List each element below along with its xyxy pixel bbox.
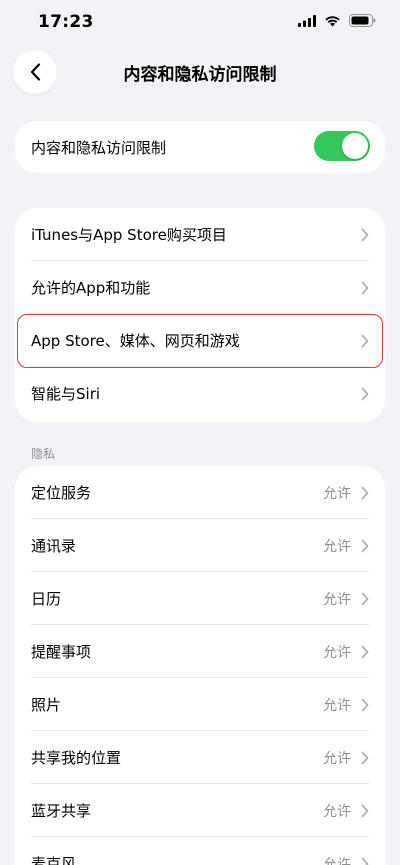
restrictions-card: iTunes与App Store购买项目 允许的App和功能 App Store… [15,208,385,422]
chevron-right-icon [361,486,369,499]
row-label: App Store、媒体、网页和游戏 [31,332,240,350]
row-label: 麦克风 [31,855,77,865]
intelligence-siri-row[interactable]: 智能与Siri [15,367,385,420]
content-privacy-toggle-card: 内容和隐私访问限制 [15,121,385,173]
itunes-app-store-purchases-row[interactable]: iTunes与App Store购买项目 [15,208,385,261]
row-value: 允许 [323,803,351,820]
wifi-icon [325,15,340,26]
row-label: 定位服务 [31,484,92,502]
chevron-right-icon [361,228,369,241]
chevron-right-icon [361,539,369,552]
row-label: 通讯录 [31,537,77,555]
status-bar: 17:23 [0,0,400,46]
bluetooth-sharing-row[interactable]: 蓝牙共享 允许 [15,784,385,837]
chevron-right-icon [361,592,369,605]
row-label: 照片 [31,696,62,714]
row-value: 允许 [323,644,351,661]
chevron-right-icon [361,387,369,400]
signal-icon [298,14,316,27]
chevron-right-icon [361,281,369,294]
chevron-right-icon [361,698,369,711]
photos-row[interactable]: 照片 允许 [15,678,385,731]
chevron-right-icon [361,804,369,817]
chevron-right-icon [361,334,369,347]
chevron-right-icon [361,857,369,865]
screen: 17:23 内容和隐私访问限制 内容和隐私访问限制 iTunes与App Sto… [0,0,400,865]
row-value: 允许 [323,750,351,767]
row-label: 日历 [31,590,62,608]
nav-bar: 内容和隐私访问限制 [0,46,400,98]
reminders-row[interactable]: 提醒事项 允许 [15,625,385,678]
row-label: 允许的App和功能 [31,279,151,297]
row-label: 智能与Siri [31,385,101,403]
location-services-row[interactable]: 定位服务 允许 [15,466,385,519]
calendars-row[interactable]: 日历 允许 [15,572,385,625]
chevron-right-icon [361,751,369,764]
row-value: 允许 [323,485,351,502]
row-label: 提醒事项 [31,643,92,661]
row-label: 共享我的位置 [31,749,122,767]
row-label: iTunes与App Store购买项目 [31,226,227,244]
contacts-row[interactable]: 通讯录 允许 [15,519,385,572]
privacy-card: 定位服务 允许 通讯录 允许 日历 允许 提醒事项 允许 照片 允许 共享我的位… [15,466,385,865]
page-title: 内容和隐私访问限制 [123,65,277,85]
chevron-right-icon [361,645,369,658]
status-time: 17:23 [38,12,94,32]
row-value: 允许 [323,591,351,608]
app-store-media-web-games-row[interactable]: App Store、媒体、网页和游戏 [15,314,385,367]
privacy-section-header: 隐私 [31,447,56,461]
status-icons [298,14,376,27]
row-value: 允许 [323,856,351,865]
row-value: 允许 [323,697,351,714]
share-my-location-row[interactable]: 共享我的位置 允许 [15,731,385,784]
microphone-row[interactable]: 麦克风 允许 [15,837,385,865]
row-label: 蓝牙共享 [31,802,92,820]
toggle-knob [342,133,368,159]
content-privacy-toggle[interactable] [314,131,370,161]
row-value: 允许 [323,538,351,555]
battery-icon [349,14,376,27]
allowed-apps-row[interactable]: 允许的App和功能 [15,261,385,314]
